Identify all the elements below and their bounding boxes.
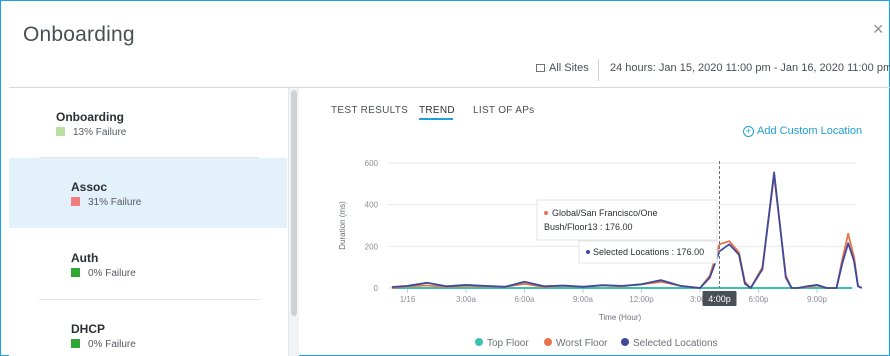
add-custom-location-button[interactable]: + Add Custom Location: [743, 125, 862, 137]
y-tick-label: 600: [365, 159, 379, 168]
onboarding-dialog: Onboarding × All Sites 24 hours: Jan 15,…: [0, 0, 890, 356]
status-swatch: [56, 127, 65, 136]
failure-text: 31% Failure: [88, 197, 142, 208]
trend-chart: 0 200 400 600 Duration (ms) 1/16 3:00a 6:00a 9:0…: [338, 159, 863, 322]
sidebar-item-name: Auth: [71, 251, 99, 265]
x-axis-label: Time (Hour): [599, 313, 642, 322]
tab-trend[interactable]: TREND: [419, 105, 455, 116]
building-icon: [536, 64, 545, 72]
tab-test-results[interactable]: TEST RESULTS: [331, 105, 408, 116]
sidebar: Onboarding 13% Failure Assoc 31% Failure…: [9, 88, 289, 356]
legend-label: Top Floor: [487, 338, 529, 349]
active-tab-indicator: [419, 118, 453, 120]
y-tick-label: 0: [374, 284, 379, 293]
legend-swatch: [621, 338, 629, 346]
sidebar-item-auth[interactable]: Auth 0% Failure: [9, 229, 287, 299]
y-tick-label: 200: [365, 242, 379, 251]
tooltip-text: Global/San Francisco/One: [552, 208, 658, 218]
x-tick-label: 9:00a: [573, 295, 594, 304]
tooltip-worst-floor: [536, 199, 718, 241]
sidebar-item-failure: 0% Failure: [71, 268, 136, 279]
hover-time-label: 4:00p: [708, 294, 731, 304]
failure-text: 0% Failure: [88, 339, 136, 350]
x-tick-label: 9:00p: [807, 295, 828, 304]
tab-list-of-aps[interactable]: LIST OF APs: [473, 105, 534, 116]
site-label: All Sites: [549, 62, 589, 74]
sidebar-item-name: Assoc: [71, 180, 108, 194]
legend-item-top-floor[interactable]: Top Floor: [475, 338, 529, 349]
x-tick-label: 12:00p: [629, 295, 654, 304]
status-swatch: [71, 339, 80, 348]
status-swatch: [71, 268, 80, 277]
dialog-title: Onboarding: [23, 23, 135, 46]
plus-icon: +: [743, 126, 754, 137]
tooltip-dot: [586, 250, 590, 254]
site-selector[interactable]: All Sites: [536, 62, 589, 74]
legend-item-selected-locations[interactable]: Selected Locations: [621, 338, 718, 349]
sidebar-item-name: DHCP: [71, 322, 106, 336]
time-range-selector[interactable]: 24 hours: Jan 15, 2020 11:00 pm - Jan 16…: [610, 62, 890, 74]
x-tick-label: 3:00a: [456, 295, 477, 304]
y-tick-label: 400: [365, 201, 379, 210]
toolbar: All Sites 24 hours: Jan 15, 2020 11:00 p…: [1, 59, 890, 87]
legend-item-worst-floor[interactable]: Worst Floor: [544, 338, 608, 349]
sidebar-item-failure: 0% Failure: [71, 339, 136, 350]
legend-label: Selected Locations: [633, 338, 718, 349]
tooltip-text: Bush/Floor13 : 176.00: [544, 222, 633, 232]
failure-text: 13% Failure: [73, 127, 127, 138]
scrollbar-thumb[interactable]: [291, 90, 297, 316]
sidebar-item-assoc[interactable]: Assoc 31% Failure: [9, 158, 287, 228]
sidebar-item-onboarding[interactable]: Onboarding 13% Failure: [9, 88, 287, 158]
failure-text: 0% Failure: [88, 268, 136, 279]
sidebar-item-failure: 31% Failure: [71, 197, 141, 208]
legend-swatch: [475, 338, 483, 346]
x-tick-label: 1/16: [400, 295, 416, 304]
add-location-label: Add Custom Location: [757, 125, 863, 137]
y-axis-label: Duration (ms): [338, 201, 347, 250]
toolbar-divider: [598, 59, 599, 81]
status-swatch: [71, 197, 80, 206]
x-tick-label: 6:00a: [514, 295, 535, 304]
x-tick-label: 6:00p: [748, 295, 769, 304]
sidebar-item-name: Onboarding: [56, 110, 124, 124]
sidebar-scrollbar[interactable]: [289, 88, 299, 356]
tooltip-text: Selected Locations : 176.00: [593, 247, 704, 257]
tooltip-dot: [544, 211, 548, 215]
legend-label: Worst Floor: [556, 338, 608, 349]
sidebar-item-failure: 13% Failure: [56, 127, 126, 138]
sidebar-item-dhcp[interactable]: DHCP 0% Failure: [9, 300, 287, 356]
close-icon[interactable]: ×: [873, 19, 884, 40]
legend-swatch: [544, 338, 552, 346]
